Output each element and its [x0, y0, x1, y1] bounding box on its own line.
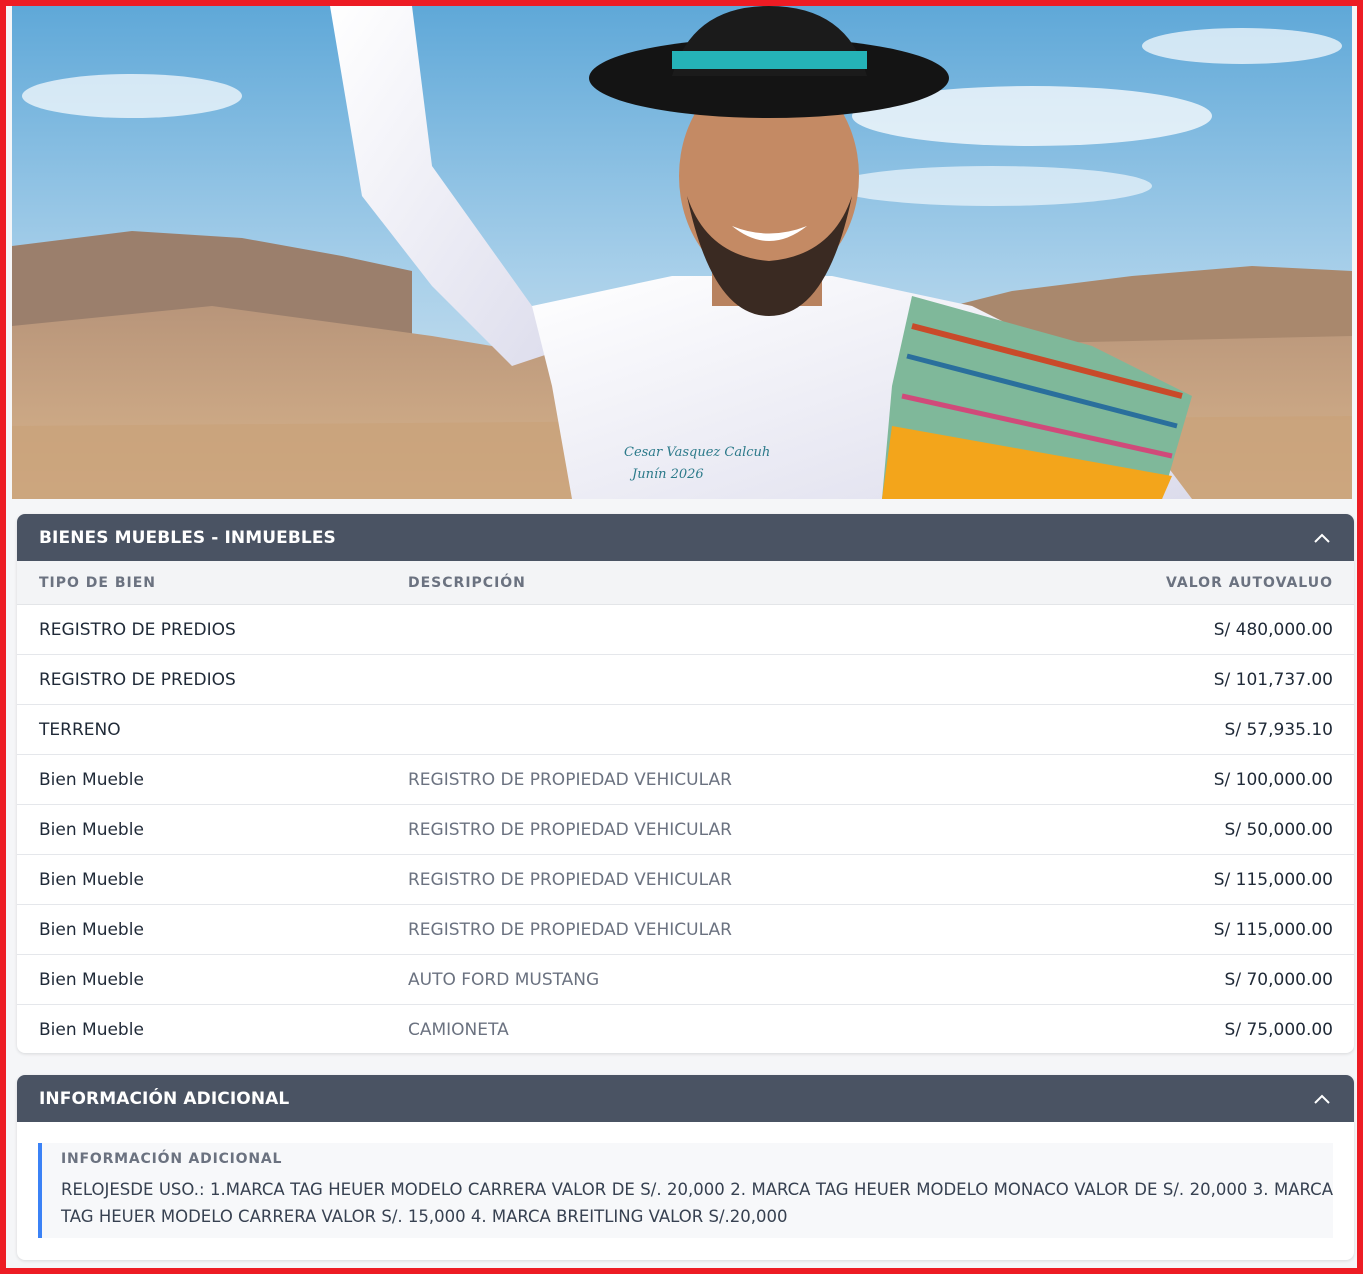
table-row: Bien Mueble REGISTRO DE PROPIEDAD VEHICU… — [17, 755, 1354, 805]
cell-description: REGISTRO DE PROPIEDAD VEHICULAR — [408, 769, 732, 790]
cell-type: REGISTRO DE PREDIOS — [39, 669, 236, 690]
additional-info-body: INFORMACIÓN ADICIONAL RELOJESDE USO.: 1.… — [17, 1122, 1354, 1260]
table-row: REGISTRO DE PREDIOS S/ 101,737.00 — [17, 655, 1354, 705]
shirt-embroidery-line-2: Junín 2026 — [629, 467, 704, 482]
cell-type: Bien Mueble — [39, 769, 144, 790]
assets-section-title: BIENES MUEBLES - INMUEBLES — [39, 527, 336, 548]
chevron-up-icon[interactable] — [1312, 528, 1332, 548]
additional-info-label: INFORMACIÓN ADICIONAL — [61, 1151, 283, 1167]
cell-value: S/ 57,935.10 — [1224, 719, 1333, 740]
additional-info-card-header[interactable]: INFORMACIÓN ADICIONAL — [17, 1075, 1354, 1122]
table-row: REGISTRO DE PREDIOS S/ 480,000.00 — [17, 605, 1354, 655]
assets-table-body: REGISTRO DE PREDIOS S/ 480,000.00 REGIST… — [17, 605, 1354, 1053]
cell-value: S/ 115,000.00 — [1213, 919, 1333, 940]
cell-description: REGISTRO DE PROPIEDAD VEHICULAR — [408, 919, 732, 940]
cell-value: S/ 70,000.00 — [1224, 969, 1333, 990]
column-header-description: DESCRIPCIÓN — [408, 574, 526, 591]
assets-card-header[interactable]: BIENES MUEBLES - INMUEBLES — [17, 514, 1354, 561]
cell-description: REGISTRO DE PROPIEDAD VEHICULAR — [408, 869, 732, 890]
candidate-photo: Cesar Vasquez Calcuh Junín 2026 — [12, 6, 1352, 499]
table-row: Bien Mueble REGISTRO DE PROPIEDAD VEHICU… — [17, 855, 1354, 905]
cell-type: Bien Mueble — [39, 969, 144, 990]
assets-card: BIENES MUEBLES - INMUEBLES TIPO DE BIEN … — [17, 514, 1354, 1053]
table-row: Bien Mueble CAMIONETA S/ 75,000.00 — [17, 1005, 1354, 1053]
chevron-up-icon[interactable] — [1312, 1089, 1332, 1109]
cell-value: S/ 480,000.00 — [1213, 619, 1333, 640]
table-row: TERRENO S/ 57,935.10 — [17, 705, 1354, 755]
additional-info-card: INFORMACIÓN ADICIONAL INFORMACIÓN ADICIO… — [17, 1075, 1354, 1260]
table-row: Bien Mueble AUTO FORD MUSTANG S/ 70,000.… — [17, 955, 1354, 1005]
cell-value: S/ 115,000.00 — [1213, 869, 1333, 890]
cell-value: S/ 100,000.00 — [1213, 769, 1333, 790]
column-header-value: VALOR AUTOVALUO — [1166, 574, 1333, 591]
column-header-type: TIPO DE BIEN — [39, 574, 157, 591]
cell-type: REGISTRO DE PREDIOS — [39, 619, 236, 640]
cell-type: Bien Mueble — [39, 819, 144, 840]
cell-value: S/ 101,737.00 — [1213, 669, 1333, 690]
page: Cesar Vasquez Calcuh Junín 2026 BIENES M… — [6, 6, 1357, 1268]
table-row: Bien Mueble REGISTRO DE PROPIEDAD VEHICU… — [17, 905, 1354, 955]
table-row: Bien Mueble REGISTRO DE PROPIEDAD VEHICU… — [17, 805, 1354, 855]
additional-info-box: INFORMACIÓN ADICIONAL RELOJESDE USO.: 1.… — [38, 1143, 1333, 1238]
cell-value: S/ 75,000.00 — [1224, 1019, 1333, 1040]
cell-type: Bien Mueble — [39, 919, 144, 940]
cell-value: S/ 50,000.00 — [1224, 819, 1333, 840]
cell-type: Bien Mueble — [39, 1019, 144, 1040]
cell-type: Bien Mueble — [39, 869, 144, 890]
shirt-embroidery-line-1: Cesar Vasquez Calcuh — [624, 445, 770, 460]
cell-description: AUTO FORD MUSTANG — [408, 969, 600, 990]
additional-info-section-title: INFORMACIÓN ADICIONAL — [39, 1088, 290, 1109]
cell-type: TERRENO — [39, 719, 121, 740]
cell-description: CAMIONETA — [408, 1019, 509, 1040]
additional-info-text: RELOJESDE USO.: 1.MARCA TAG HEUER MODELO… — [61, 1180, 1333, 1226]
cell-description: REGISTRO DE PROPIEDAD VEHICULAR — [408, 819, 732, 840]
assets-table-header: TIPO DE BIEN DESCRIPCIÓN VALOR AUTOVALUO — [17, 561, 1354, 605]
